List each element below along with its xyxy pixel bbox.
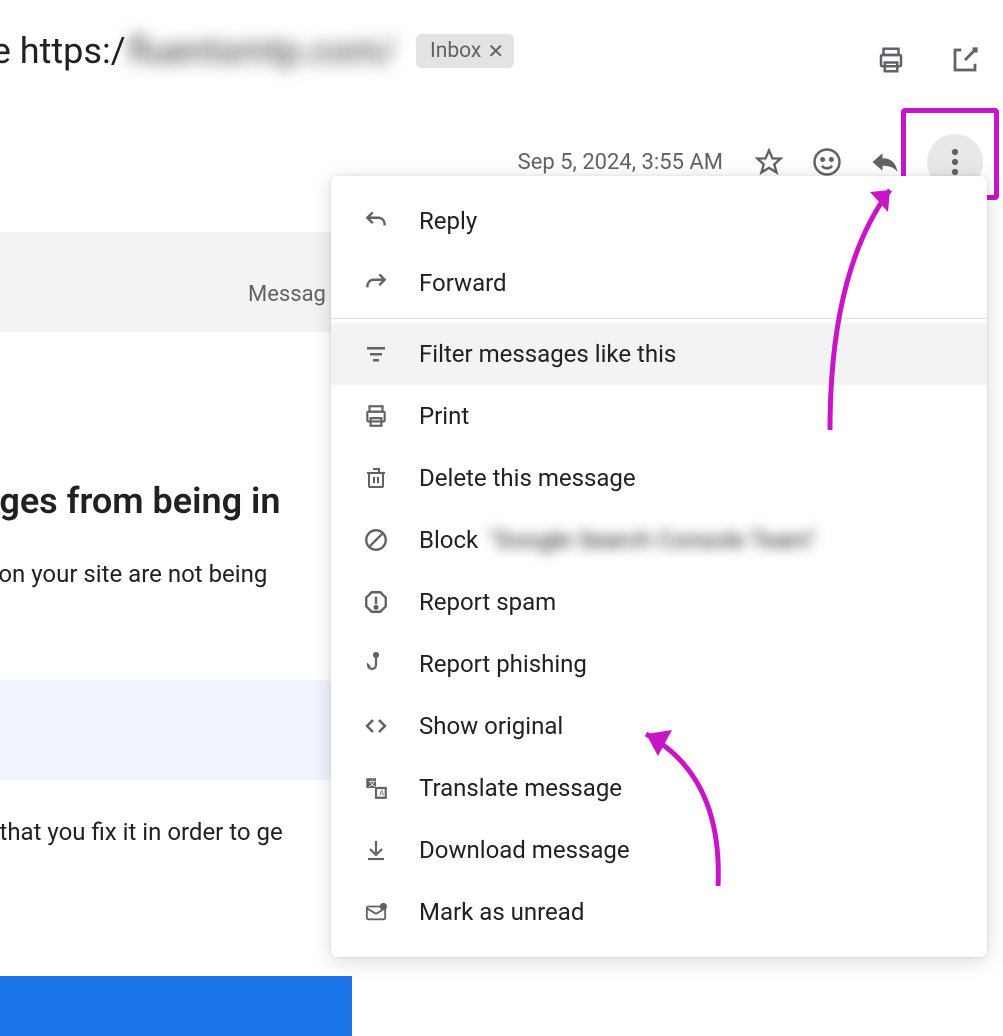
mark-unread-icon [361,897,391,927]
svg-text:文: 文 [368,778,376,788]
bg-text-site: s on your site are not being [0,560,267,588]
menu-phishing-label: Report phishing [419,650,587,678]
menu-show-original-label: Show original [419,712,563,740]
phishing-hook-icon [361,649,391,679]
star-icon[interactable] [753,146,785,178]
chip-close-icon[interactable]: ✕ [487,39,504,63]
bg-panel [0,680,331,780]
annotation-arrow-to-more [820,170,940,440]
menu-translate-label: Translate message [419,774,622,802]
menu-block[interactable]: Block "Google Search Console Team" [331,509,987,571]
menu-phishing[interactable]: Report phishing [331,633,987,695]
block-icon [361,525,391,555]
menu-block-sender: "Google Search Console Team" [488,526,816,554]
bg-text-ages: ages from being in [0,480,280,522]
menu-spam-label: Report spam [419,588,556,616]
filter-icon [361,339,391,369]
menu-print-label: Print [419,402,469,430]
menu-download-label: Download message [419,836,630,864]
spam-icon [361,587,391,617]
timestamp: Sep 5, 2024, 3:55 AM [518,150,723,175]
menu-delete[interactable]: Delete this message [331,447,987,509]
menu-delete-label: Delete this message [419,464,636,492]
open-new-window-icon[interactable] [947,42,983,78]
menu-spam[interactable]: Report spam [331,571,987,633]
bg-text-fix: d that you fix it in order to ge [0,818,283,846]
menu-forward-label: Forward [419,269,507,297]
menu-reply-label: Reply [419,207,477,235]
subject-text: te https:/fluentsmtp.com/ [0,30,396,72]
trash-icon [361,463,391,493]
bg-blue-button[interactable] [0,976,352,1036]
subject-row: te https:/fluentsmtp.com/ Inbox ✕ [0,0,1003,72]
menu-block-label: Block [419,526,478,554]
inbox-chip[interactable]: Inbox ✕ [416,34,514,68]
menu-mark-unread-label: Mark as unread [419,898,584,926]
subject-blurred: fluentsmtp.com/ [128,30,396,72]
download-icon [361,835,391,865]
annotation-arrow-to-show-original [628,716,748,896]
reply-arrow-icon [361,206,391,236]
bg-text-messag: Messag [248,282,326,307]
code-icon [361,711,391,741]
chip-label: Inbox [430,39,481,63]
svg-text:A: A [379,789,384,798]
menu-filter-label: Filter messages like this [419,340,676,368]
forward-arrow-icon [361,268,391,298]
print-icon[interactable] [873,42,909,78]
top-actions [873,42,983,78]
translate-icon: 文A [361,773,391,803]
print-menu-icon [361,401,391,431]
bg-text-e: e [0,396,1,443]
